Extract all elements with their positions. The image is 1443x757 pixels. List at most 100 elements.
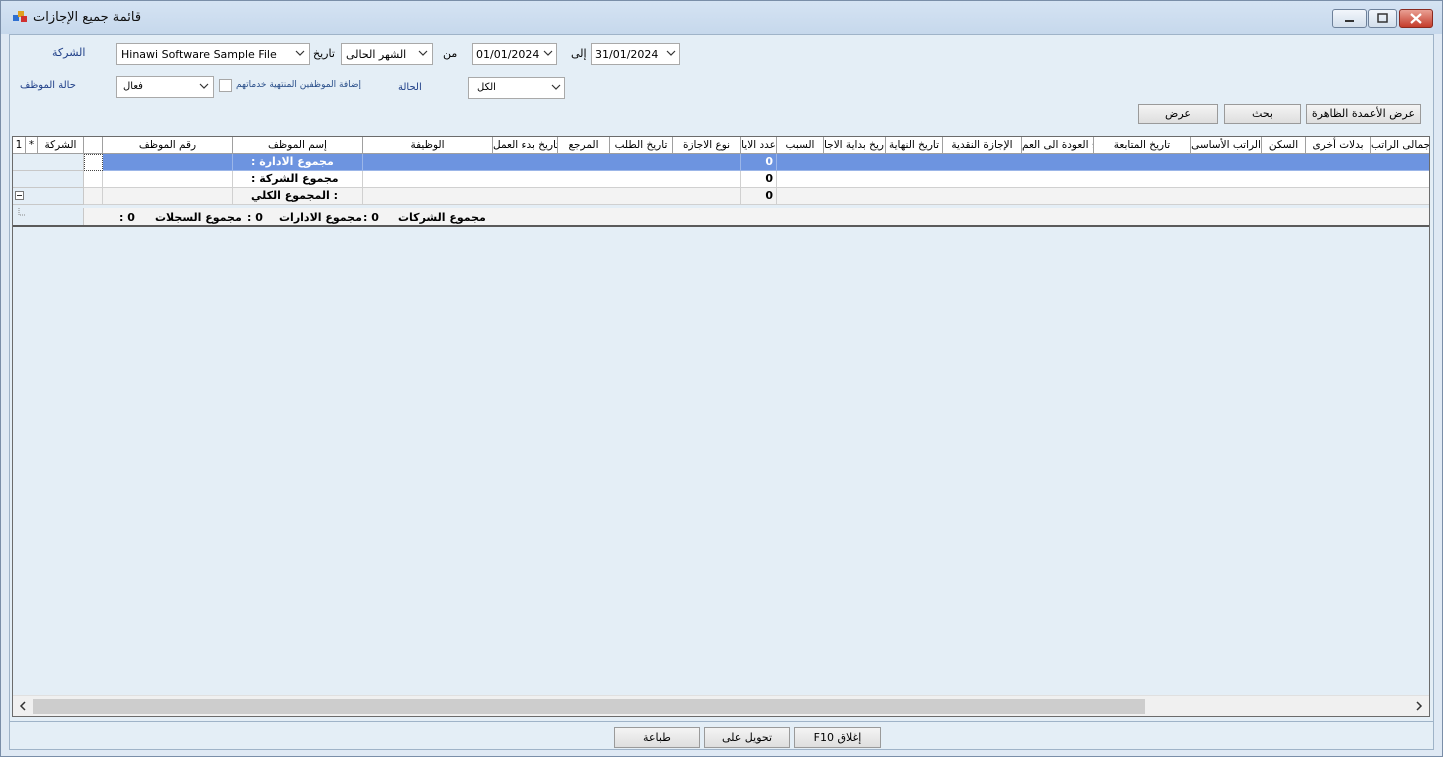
cell[interactable] bbox=[84, 188, 103, 205]
window-title: قائمة جميع الإجازات bbox=[33, 10, 142, 25]
column-header-reason[interactable]: السبب bbox=[777, 137, 824, 154]
table-row[interactable]: مجموع الادارة : 0 bbox=[13, 154, 1429, 171]
cell[interactable] bbox=[363, 154, 741, 171]
from-label: من bbox=[443, 47, 458, 60]
table-row[interactable]: مجموع الشركة : 0 bbox=[13, 171, 1429, 188]
column-header-reference[interactable]: المرجع bbox=[558, 137, 610, 154]
period-select-value: الشهر الحالى bbox=[346, 48, 407, 61]
records-count-label: مجموع السجلات bbox=[155, 211, 242, 224]
from-date-picker[interactable]: 01/01/2024 bbox=[472, 43, 557, 65]
column-header-leave-type[interactable]: نوع الاجازة bbox=[673, 137, 741, 154]
title-bar: قائمة جميع الإجازات bbox=[1, 1, 1442, 34]
companies-count-label: مجموع الشركات bbox=[398, 211, 486, 224]
from-date-value: 01/01/2024 bbox=[476, 48, 540, 61]
records-count-value: : 0 bbox=[119, 211, 135, 224]
departments-count-label: مجموع الادارات bbox=[279, 211, 362, 224]
to-label: إلى bbox=[571, 47, 587, 60]
cell[interactable] bbox=[363, 188, 741, 205]
state-label: الحالة bbox=[398, 82, 422, 93]
to-date-value: 31/01/2024 bbox=[595, 48, 659, 61]
maximize-button[interactable] bbox=[1368, 9, 1397, 28]
row-header[interactable] bbox=[13, 154, 84, 171]
restore-icon bbox=[1377, 13, 1388, 23]
tree-line-icon bbox=[18, 208, 26, 216]
column-header-total-salary[interactable]: إجمالى الراتب bbox=[1371, 137, 1429, 154]
departments-count-value: : 0 bbox=[247, 211, 263, 224]
column-header-return-date[interactable]: تاريخ العودة الى العم bbox=[1022, 137, 1094, 154]
cell[interactable] bbox=[777, 154, 1429, 171]
cell[interactable] bbox=[103, 171, 233, 188]
date-label: تاريخ bbox=[313, 47, 335, 60]
chevron-down-icon bbox=[295, 50, 305, 56]
state-select-value: الكل bbox=[477, 82, 496, 93]
show-button[interactable]: عرض bbox=[1138, 104, 1218, 124]
period-select[interactable]: الشهر الحالى bbox=[341, 43, 433, 65]
employee-status-select[interactable]: فعال bbox=[116, 76, 214, 98]
form-body: الشركة Hinawi Software Sample File تاريخ… bbox=[9, 34, 1434, 750]
column-header-leave-start[interactable]: تاريخ بداية الاجا bbox=[824, 137, 886, 154]
cell[interactable] bbox=[103, 188, 233, 205]
group-label: مجموع الادارة : bbox=[233, 154, 363, 171]
column-header-days[interactable]: عدد الايا bbox=[741, 137, 777, 154]
cell[interactable] bbox=[363, 171, 741, 188]
row-header bbox=[13, 208, 84, 225]
print-button[interactable]: طباعة bbox=[614, 727, 700, 748]
close-button[interactable] bbox=[1399, 9, 1433, 28]
column-header-end-date[interactable]: تاريخ النهاية bbox=[886, 137, 943, 154]
add-terminated-checkbox[interactable] bbox=[219, 79, 232, 92]
search-button[interactable]: بحث bbox=[1224, 104, 1301, 124]
add-terminated-label: إضافة الموظفين المنتهية خدماتهم bbox=[236, 80, 362, 90]
minimize-icon bbox=[1345, 20, 1354, 22]
column-header-basic-salary[interactable]: الراتب الأساسى bbox=[1191, 137, 1262, 154]
row-number-header[interactable]: 1 bbox=[13, 137, 26, 154]
chevron-down-icon bbox=[666, 50, 676, 56]
column-header-company[interactable]: الشركة bbox=[38, 137, 84, 154]
column-header-follow-date[interactable]: تاريخ المتابعة bbox=[1094, 137, 1191, 154]
row-header[interactable] bbox=[13, 188, 84, 205]
column-header-emp-no[interactable]: رقم الموظف bbox=[103, 137, 233, 154]
cell[interactable] bbox=[103, 154, 233, 171]
table-row[interactable]: : المجموع الكلي 0 bbox=[13, 188, 1429, 205]
company-select-value: Hinawi Software Sample File bbox=[121, 48, 277, 61]
chevron-down-icon bbox=[199, 83, 209, 89]
chevron-right-icon[interactable] bbox=[1412, 699, 1426, 713]
leaves-grid[interactable]: 1 * الشركة رقم الموظف إسم الموظف الوظيفة… bbox=[12, 136, 1430, 717]
row-header[interactable] bbox=[13, 171, 84, 188]
close-f10-button[interactable]: F10 إغلاق bbox=[794, 727, 881, 748]
days-value: 0 bbox=[741, 188, 777, 205]
column-header-cash-leave[interactable]: الإجازة النقدية bbox=[943, 137, 1022, 154]
show-visible-columns-button[interactable]: عرض الأعمدة الظاهرة bbox=[1306, 104, 1421, 124]
column-header-request-date[interactable]: تاريخ الطلب bbox=[610, 137, 673, 154]
scrollbar-thumb[interactable] bbox=[33, 699, 1145, 714]
days-value: 0 bbox=[741, 154, 777, 171]
summary-row: : 0 مجموع السجلات : 0 مجموع الادارات : 0… bbox=[13, 208, 1429, 227]
column-header-work-start[interactable]: تاريخ بدء العمل bbox=[493, 137, 558, 154]
group-label: مجموع الشركة : bbox=[233, 171, 363, 188]
chevron-down-icon bbox=[418, 50, 428, 56]
state-select[interactable]: الكل bbox=[468, 77, 565, 99]
column-header-housing[interactable]: السكن bbox=[1262, 137, 1306, 154]
column-header-emp-name[interactable]: إسم الموظف bbox=[233, 137, 363, 154]
column-header-blank[interactable] bbox=[84, 137, 103, 154]
bottom-bar: طباعة تحويل على F10 إغلاق bbox=[10, 721, 1433, 749]
horizontal-scrollbar[interactable] bbox=[13, 695, 1429, 716]
to-date-picker[interactable]: 31/01/2024 bbox=[591, 43, 680, 65]
employee-status-value: فعال bbox=[123, 81, 143, 92]
row-indicator[interactable] bbox=[84, 154, 103, 171]
cell[interactable] bbox=[84, 171, 103, 188]
column-header-job[interactable]: الوظيفة bbox=[363, 137, 493, 154]
days-value: 0 bbox=[741, 171, 777, 188]
app-icon bbox=[13, 11, 27, 22]
chevron-down-icon bbox=[543, 50, 553, 56]
collapse-icon[interactable] bbox=[15, 191, 25, 201]
chevron-left-icon[interactable] bbox=[16, 699, 30, 713]
transfer-button[interactable]: تحويل على bbox=[704, 727, 790, 748]
minimize-button[interactable] bbox=[1332, 9, 1367, 28]
star-header[interactable]: * bbox=[26, 137, 38, 154]
cell[interactable] bbox=[777, 188, 1429, 205]
column-header-other-allowances[interactable]: بدلات أخرى bbox=[1306, 137, 1371, 154]
close-icon bbox=[1410, 13, 1422, 24]
companies-count-value: : 0 bbox=[363, 211, 379, 224]
company-select[interactable]: Hinawi Software Sample File bbox=[116, 43, 310, 65]
cell[interactable] bbox=[777, 171, 1429, 188]
